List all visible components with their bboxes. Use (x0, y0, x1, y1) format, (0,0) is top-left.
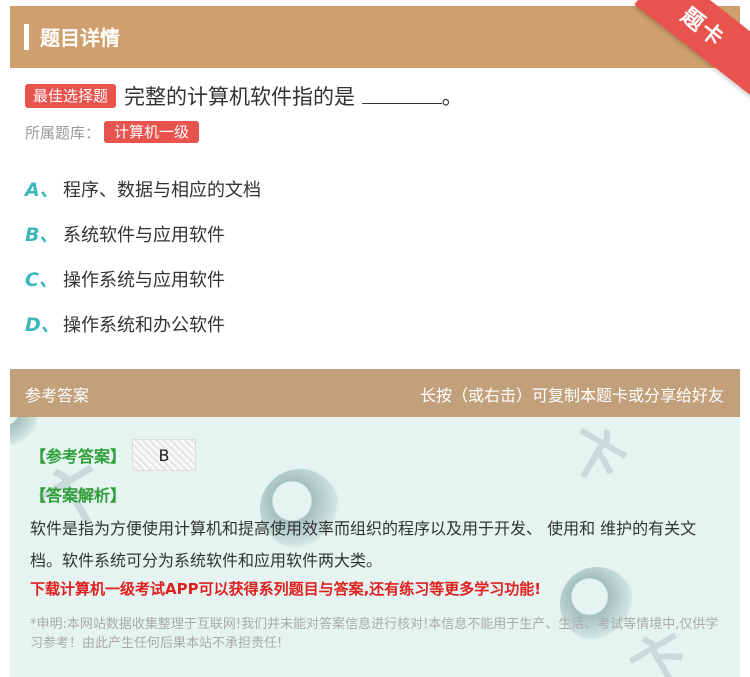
analysis-text: 软件是指为方便使用计算机和提高使用效率而组织的程序以及用于开发、 使用和 维护的… (30, 519, 697, 570)
option-text: 操作系统与应用软件 (63, 269, 225, 291)
answer-body: 卞 卞 卞 【参考答案】 B 【答案解析】 软件是指为方便使用计算机和提高使用效… (10, 417, 740, 677)
question-text: 完整的计算机软件指的是 。 (124, 81, 463, 111)
option-letter: C、 (25, 269, 58, 291)
option-letter: D、 (25, 314, 60, 336)
watermark-glyphs: 卞 (555, 417, 636, 499)
question-row: 最佳选择题 完整的计算机软件指的是 。 (25, 82, 463, 110)
question-text-main: 完整的计算机软件指的是 (124, 85, 362, 109)
option-d[interactable]: D、 操作系统和办公软件 (25, 310, 225, 337)
analysis-label: 【答案解析】 (30, 486, 127, 505)
question-type-badge: 最佳选择题 (25, 84, 117, 108)
reference-answer-row: 【参考答案】 B (30, 439, 197, 471)
bank-badge[interactable]: 计算机一级 (104, 121, 200, 143)
bank-label: 所属题库： (25, 123, 101, 142)
question-text-end: 。 (441, 85, 463, 109)
disclaimer-text: *申明:本网站数据收集整理于互联网!我们并未能对答案信息进行核对!本信息不能用于… (30, 617, 719, 651)
option-a[interactable]: A、 程序、数据与相应的文档 (25, 175, 261, 202)
answer-blank (361, 85, 442, 104)
reference-answer-image: B (132, 439, 197, 471)
option-c[interactable]: C、 操作系统与应用软件 (25, 265, 225, 292)
page-title: 题目详情 (40, 26, 120, 50)
option-b[interactable]: B、 系统软件与应用软件 (25, 220, 225, 247)
header-bar: 题目详情 (10, 6, 740, 68)
option-text: 操作系统和办公软件 (63, 314, 225, 336)
option-letter: B、 (25, 224, 59, 246)
question-bank-row: 所属题库： 计算机一级 (25, 121, 200, 143)
header-accent-bar (24, 24, 29, 50)
answer-header-hint: 长按（或右击）可复制本题卡或分享给好友 (419, 386, 724, 405)
reference-answer-label: 【参考答案】 (30, 447, 127, 466)
option-text: 系统软件与应用软件 (63, 224, 225, 246)
option-text: 程序、数据与相应的文档 (63, 179, 261, 201)
answer-header: 参考答案 长按（或右击）可复制本题卡或分享给好友 (10, 369, 740, 417)
option-letter: A、 (25, 179, 59, 201)
app-promo-link[interactable]: 下载计算机一级考试APP可以获得系列题目与答案,还有练习等更多学习功能! (30, 578, 541, 599)
answer-header-title: 参考答案 (25, 386, 90, 405)
